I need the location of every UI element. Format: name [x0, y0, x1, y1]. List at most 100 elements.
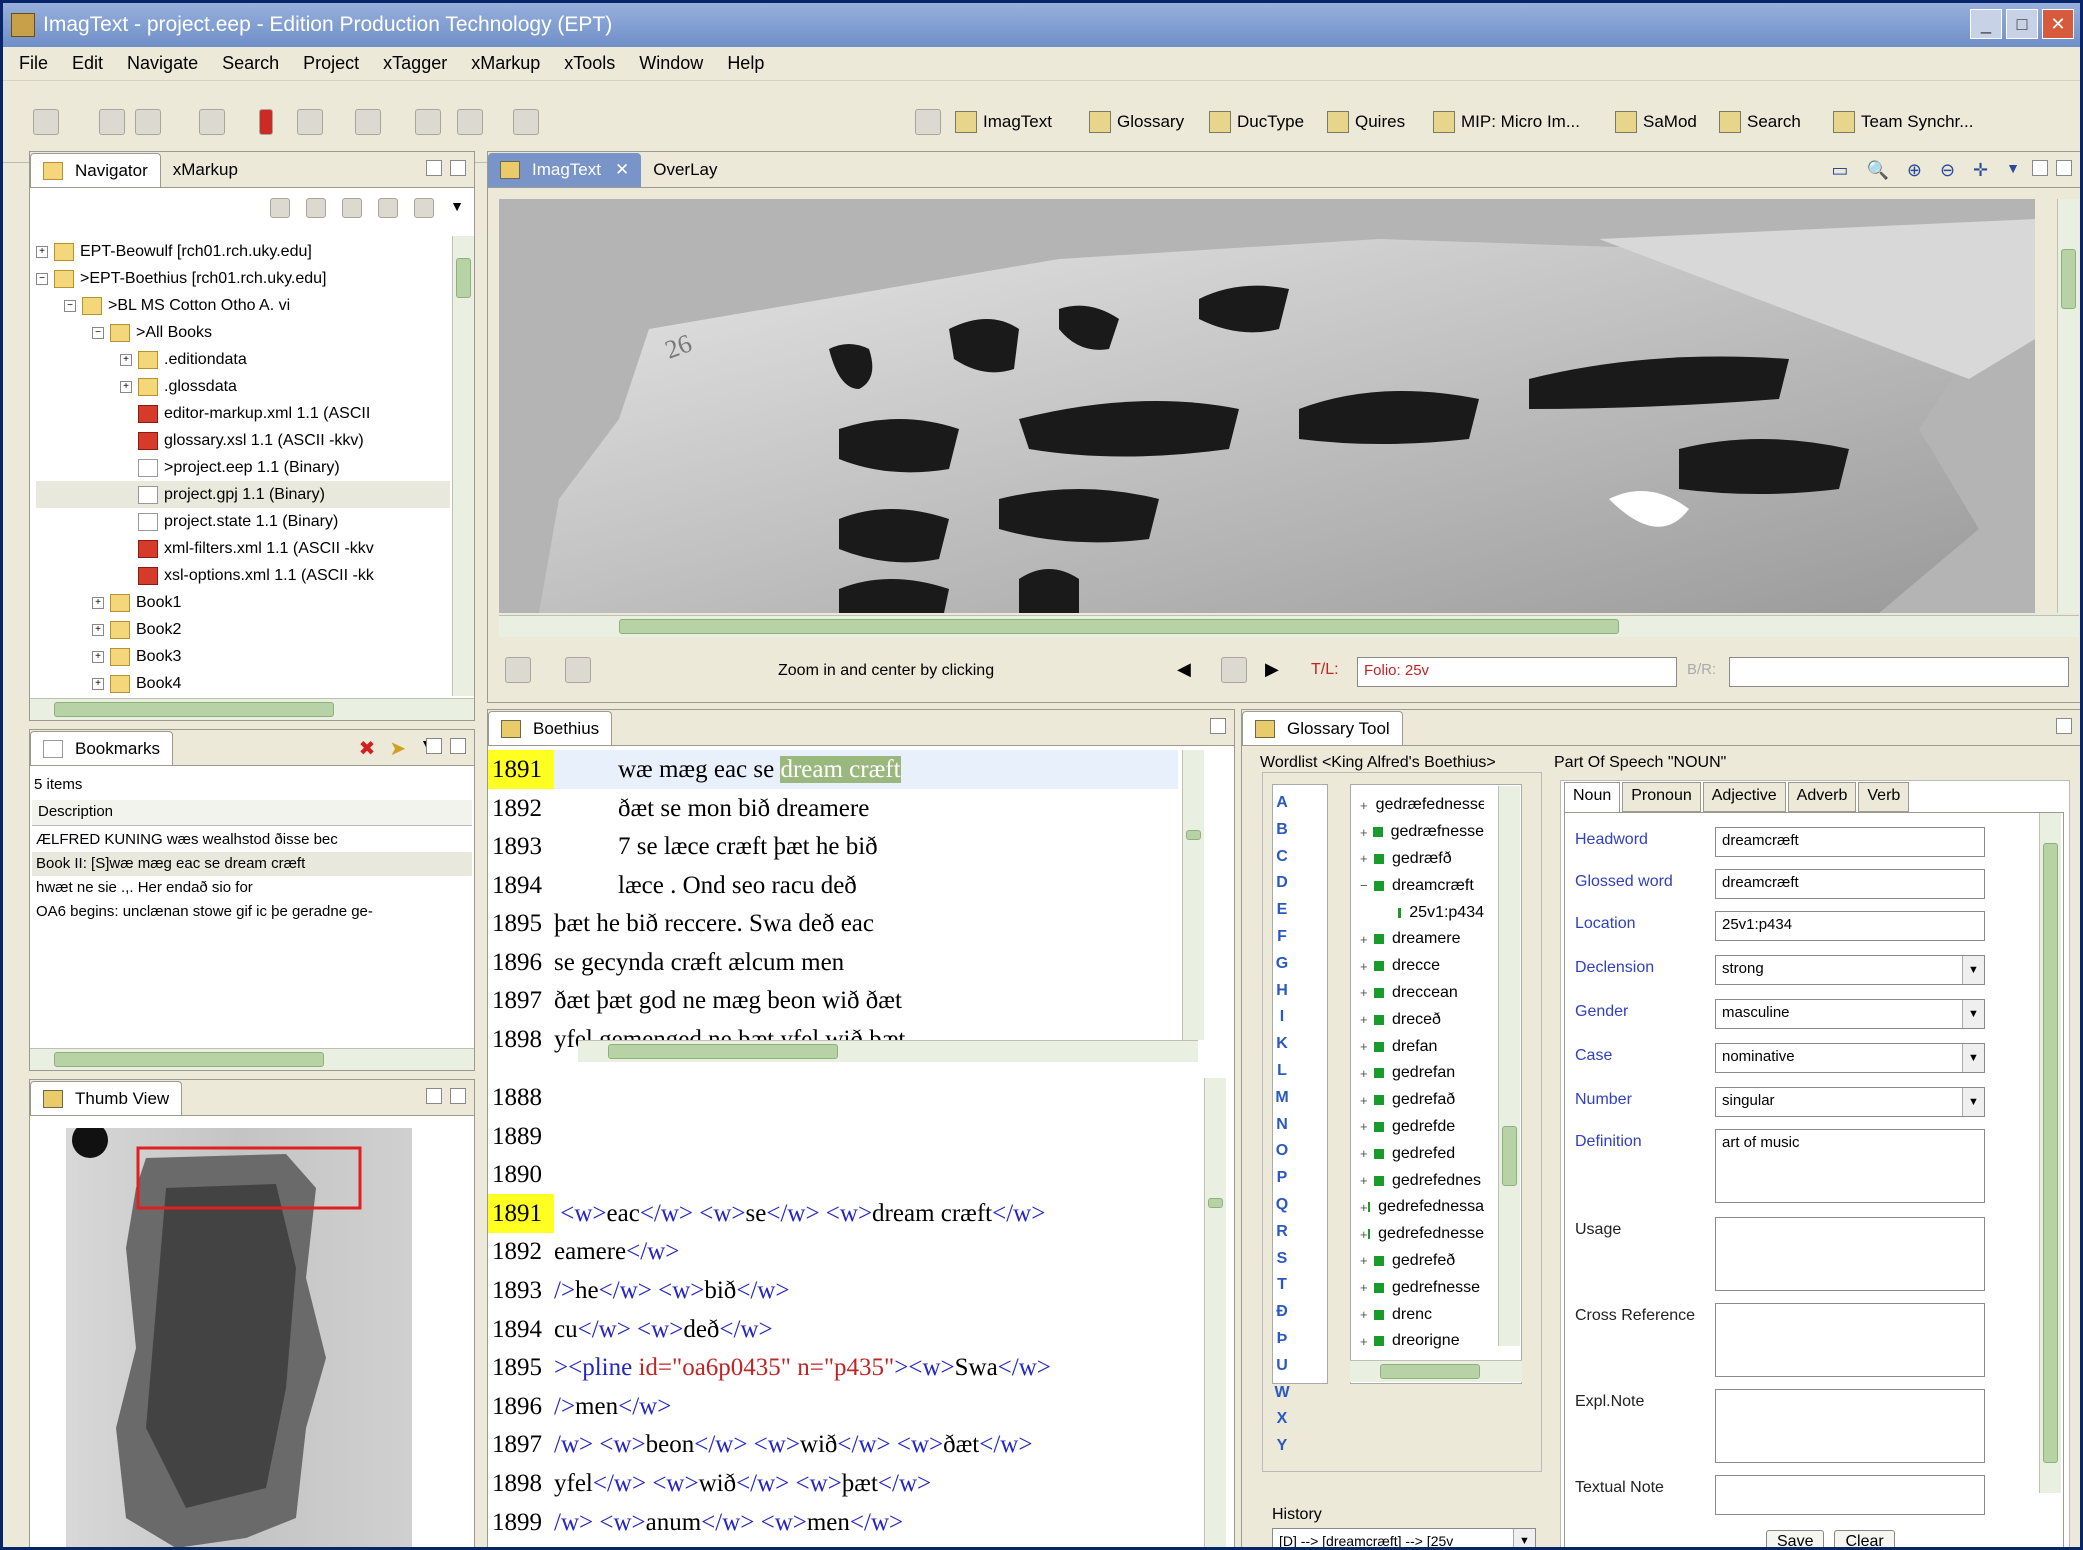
- xml-line[interactable]: 1899/w> <w>anum</w> <w>men</w>: [488, 1503, 1204, 1542]
- expand-icon[interactable]: +: [1360, 1334, 1374, 1349]
- menu-edit[interactable]: Edit: [72, 53, 103, 74]
- word-entry[interactable]: + dreamere: [1354, 926, 1484, 953]
- expand-icon[interactable]: +: [1360, 1253, 1374, 1268]
- chevron-down-icon[interactable]: ▼: [1962, 1088, 1984, 1116]
- expand-icon[interactable]: −: [1360, 878, 1374, 893]
- next-folio-button[interactable]: ▶: [1265, 659, 1279, 680]
- word-entry[interactable]: + drenc: [1354, 1301, 1484, 1328]
- definition-field[interactable]: art of music: [1715, 1129, 1985, 1203]
- xml-line[interactable]: 1894 cu</w> <w>deð</w>: [488, 1310, 1204, 1349]
- maximize-view-icon[interactable]: [1210, 718, 1226, 734]
- perspective-7[interactable]: Team Synchr...: [1833, 105, 1973, 139]
- word-entry[interactable]: + dreorigne: [1354, 1328, 1484, 1352]
- history-dropdown[interactable]: [D] --> [dreamcræft] --> [25v ▼: [1272, 1528, 1536, 1547]
- minimize-view-icon[interactable]: [426, 738, 442, 754]
- expand-icon[interactable]: +: [36, 245, 48, 258]
- title-bar[interactable]: ImagText - project.eep - Edition Product…: [3, 3, 2080, 47]
- form-vscroll[interactable]: [2039, 813, 2061, 1493]
- tree-item[interactable]: project.state 1.1 (Binary): [36, 508, 450, 535]
- perspective-6[interactable]: Search: [1719, 105, 1801, 139]
- word-entry[interactable]: + gedrefað: [1354, 1087, 1484, 1114]
- location-field[interactable]: 25v1:p434: [1715, 911, 1985, 941]
- tree-item[interactable]: + Book2: [36, 616, 450, 643]
- word-entry[interactable]: + dreccean: [1354, 980, 1484, 1007]
- menu-window[interactable]: Window: [639, 53, 703, 74]
- tree-item[interactable]: − >All Books: [36, 319, 450, 346]
- alphabet-letter[interactable]: D: [1269, 870, 1295, 897]
- back-icon[interactable]: [415, 109, 441, 135]
- minimize-view-icon[interactable]: [426, 160, 442, 176]
- up-icon[interactable]: [342, 198, 363, 218]
- bookmarks-hscroll[interactable]: [30, 1048, 474, 1070]
- tree-item[interactable]: − >EPT-Boethius [rch01.rch.uky.edu]: [36, 265, 450, 292]
- word-entry[interactable]: + gedrefed: [1354, 1140, 1484, 1167]
- word-entry[interactable]: 25v1:p434: [1354, 899, 1484, 926]
- word-entry[interactable]: + drecce: [1354, 953, 1484, 980]
- manuscript-image[interactable]: 26: [499, 199, 2035, 613]
- folio-field[interactable]: Folio: 25v: [1357, 657, 1677, 687]
- maximize-view-icon[interactable]: [450, 160, 466, 176]
- tab-glossary-tool[interactable]: Glossary Tool: [1242, 711, 1403, 745]
- xml-line[interactable]: 1888: [488, 1078, 1204, 1117]
- word-entry[interactable]: − dreamcræft: [1354, 872, 1484, 899]
- br-field[interactable]: [1729, 657, 2069, 687]
- usage-field[interactable]: [1715, 1217, 1985, 1291]
- close-tab-icon[interactable]: ✕: [615, 160, 629, 180]
- save-all-icon[interactable]: [135, 109, 161, 135]
- tree-item[interactable]: + Book1: [36, 589, 450, 616]
- expand-icon[interactable]: +: [1360, 1066, 1374, 1081]
- bookmark-item[interactable]: Book II: [S]wæ mæg eac se dream cræft: [32, 852, 472, 876]
- number-select[interactable]: singular ▼: [1715, 1087, 1985, 1117]
- close-button[interactable]: ✕: [2042, 9, 2074, 39]
- xml-line[interactable]: 1896 />men</w>: [488, 1387, 1204, 1426]
- image-vscroll[interactable]: [2057, 199, 2079, 613]
- case-select[interactable]: nominative ▼: [1715, 1043, 1985, 1073]
- headword-field[interactable]: dreamcræft: [1715, 827, 1985, 857]
- navigator-vscroll[interactable]: [452, 236, 474, 696]
- xml-line[interactable]: 1891 <w>eac</w> <w>se</w> <w>dream cræft…: [488, 1193, 1204, 1233]
- print-icon[interactable]: [199, 109, 225, 135]
- text-vscroll[interactable]: [1182, 750, 1204, 1040]
- cross-reference-field[interactable]: [1715, 1303, 1985, 1377]
- tree-item[interactable]: + Book4: [36, 670, 450, 697]
- perspective-0[interactable]: ImagText: [955, 105, 1052, 139]
- expand-icon[interactable]: +: [1360, 1039, 1374, 1054]
- tab-overlay[interactable]: OverLay: [641, 153, 729, 187]
- tree-item[interactable]: + .glossdata: [36, 373, 450, 400]
- fit-icon[interactable]: ▭: [1831, 160, 1848, 181]
- prev-region-icon[interactable]: [505, 657, 531, 683]
- column-header[interactable]: Description: [32, 800, 472, 826]
- textual-note-field[interactable]: [1715, 1475, 1985, 1515]
- link-editor-icon[interactable]: [414, 198, 435, 218]
- menu-search[interactable]: Search: [222, 53, 279, 74]
- folio-icon[interactable]: [1221, 657, 1247, 683]
- alphabet-letter[interactable]: L: [1269, 1058, 1295, 1085]
- collapse-all-icon[interactable]: [378, 198, 399, 218]
- chevron-down-icon[interactable]: ▼: [1962, 1000, 1984, 1028]
- clear-button[interactable]: Clear: [1834, 1530, 1895, 1547]
- expand-icon[interactable]: +: [1360, 1119, 1374, 1134]
- prev-folio-button[interactable]: ◀: [1177, 659, 1191, 680]
- expand-icon[interactable]: +: [1360, 1307, 1374, 1322]
- tree-item[interactable]: + Book3: [36, 643, 450, 670]
- expand-icon[interactable]: +: [1360, 1093, 1374, 1108]
- menu-xtagger[interactable]: xTagger: [383, 53, 447, 74]
- expl-note-field[interactable]: [1715, 1389, 1985, 1463]
- word-entry[interactable]: + gedræfnesse: [1354, 819, 1484, 846]
- alphabet-letter[interactable]: Y: [1269, 1433, 1295, 1460]
- word-entry[interactable]: + gedrefde: [1354, 1114, 1484, 1141]
- word-entry[interactable]: + gedrefeð: [1354, 1248, 1484, 1275]
- tab-navigator[interactable]: Navigator: [30, 153, 161, 187]
- maximize-view-icon[interactable]: [450, 1088, 466, 1104]
- alphabet-letter[interactable]: N: [1269, 1112, 1295, 1139]
- tree-item[interactable]: xsl-options.xml 1.1 (ASCII -kk: [36, 562, 450, 589]
- word-entry[interactable]: + gedræfð: [1354, 846, 1484, 873]
- expand-icon[interactable]: +: [1360, 1012, 1374, 1027]
- bookmark-item[interactable]: hwæt ne sie .,. Her endað sio for: [32, 876, 472, 900]
- xml-vscroll[interactable]: [1204, 1078, 1226, 1547]
- alphabet-letter[interactable]: Ð: [1269, 1299, 1295, 1326]
- perspective-1[interactable]: Glossary: [1089, 105, 1184, 139]
- text-hscroll[interactable]: [578, 1040, 1198, 1062]
- gender-select[interactable]: masculine ▼: [1715, 999, 1985, 1029]
- alphabet-letter[interactable]: P: [1269, 1165, 1295, 1192]
